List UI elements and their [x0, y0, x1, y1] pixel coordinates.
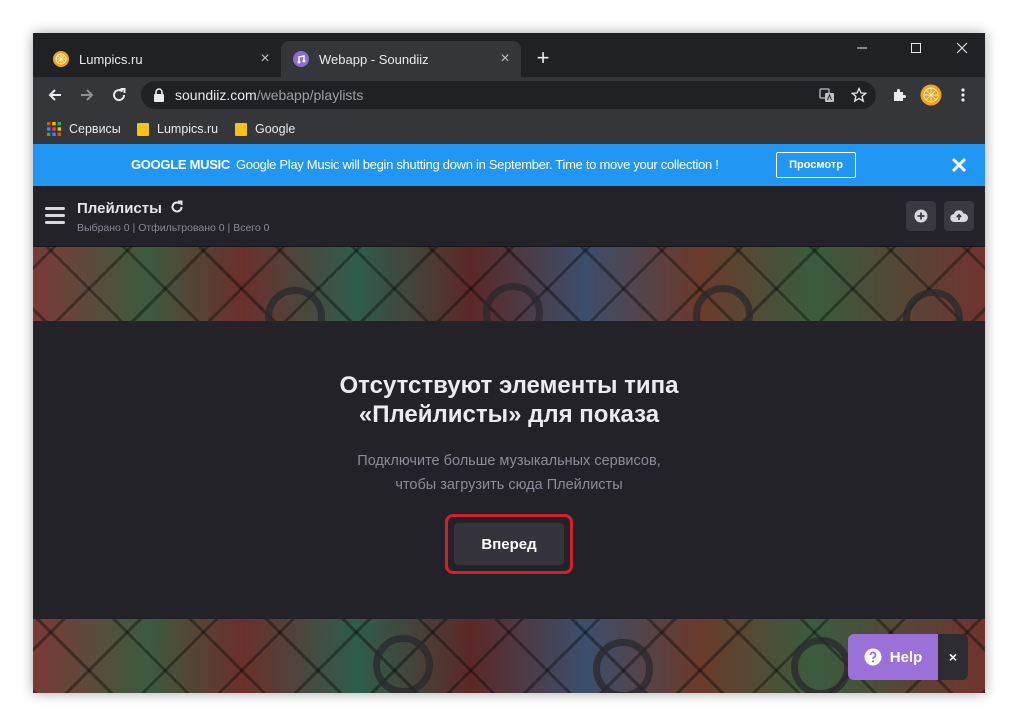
back-arrow-icon	[48, 89, 61, 101]
kebab-menu-icon	[961, 88, 965, 102]
upload-button[interactable]	[944, 201, 974, 231]
folder-icon	[137, 122, 149, 136]
plus-circle-icon	[914, 209, 928, 223]
close-icon	[951, 157, 967, 173]
tab-lumpics[interactable]: Lumpics.ru ×	[41, 41, 281, 77]
empty-state-text-line-2: чтобы загрузить сюда Плейлисты	[395, 477, 623, 493]
browser-window: Lumpics.ru × Webapp - Soundiiz × + sound…	[33, 33, 985, 693]
bookmark-label: Lumpics.ru	[157, 122, 219, 136]
help-label: Help	[889, 648, 923, 666]
star-icon[interactable]	[850, 86, 868, 104]
service-logo-icon	[373, 635, 433, 693]
tab-strip: Lumpics.ru × Webapp - Soundiiz × +	[33, 33, 985, 81]
bookmarks-bar: Сервисы Lumpics.ru Google	[33, 113, 985, 144]
forward-button[interactable]	[75, 83, 99, 107]
url-path: /webapp/playlists	[256, 87, 364, 103]
close-tab-icon[interactable]: ×	[255, 50, 275, 68]
refresh-icon[interactable]	[170, 200, 184, 214]
soundiiz-icon	[293, 51, 309, 67]
apps-grid-icon	[47, 122, 61, 136]
banner-brand: GOOGLE MUSIC	[131, 157, 230, 172]
bookmark-services[interactable]: Сервисы	[47, 119, 121, 139]
tab-title: Webapp - Soundiiz	[319, 51, 429, 67]
hamburger-menu-icon[interactable]	[45, 207, 65, 225]
cloud-upload-icon	[950, 210, 968, 223]
close-tab-icon[interactable]: ×	[495, 50, 515, 68]
app-header: Плейлисты Выбрано 0 | Отфильтровано 0 | …	[33, 186, 985, 247]
question-circle-icon	[864, 648, 882, 666]
bookmark-label: Сервисы	[69, 122, 121, 136]
forward-button[interactable]: Вперед	[454, 523, 564, 565]
google-music-banner: GOOGLE MUSIC Google Play Music will begin…	[33, 144, 985, 186]
service-logo-icon	[593, 639, 653, 693]
help-button[interactable]: Help	[848, 634, 938, 680]
translate-icon[interactable]	[818, 86, 836, 104]
lock-icon	[153, 88, 165, 107]
close-icon	[956, 42, 968, 54]
reload-icon	[113, 88, 126, 102]
page-title: Плейлисты	[77, 200, 184, 217]
reload-button[interactable]	[107, 83, 131, 107]
url-text: soundiiz.com/webapp/playlists	[175, 87, 363, 103]
empty-state-panel: Отсутствуют элементы типа «Плейлисты» дл…	[33, 321, 985, 619]
url-host: soundiiz.com	[175, 87, 257, 103]
bookmark-lumpics[interactable]: Lumpics.ru	[137, 119, 218, 139]
bookmark-label: Google	[255, 122, 296, 136]
maximize-button[interactable]	[893, 33, 939, 63]
browser-toolbar: soundiiz.com/webapp/playlists	[33, 77, 985, 113]
new-tab-button[interactable]: +	[531, 47, 555, 71]
minimize-button[interactable]	[839, 33, 885, 63]
empty-state-title-line-2: «Плейлисты» для показа	[358, 401, 660, 428]
forward-arrow-icon	[81, 89, 94, 101]
help-close-button[interactable]: ×	[938, 634, 968, 680]
tab-soundiiz[interactable]: Webapp - Soundiiz ×	[281, 41, 521, 77]
address-bar[interactable]: soundiiz.com/webapp/playlists	[141, 81, 876, 109]
orange-icon	[53, 51, 69, 67]
service-logo-icon	[791, 637, 851, 693]
empty-state-title-line-1: Отсутствуют элементы типа	[339, 372, 679, 399]
extensions-button[interactable]	[887, 83, 911, 107]
page-counters: Выбрано 0 | Отфильтровано 0 | Всего 0	[77, 222, 270, 234]
orange-avatar-icon	[920, 84, 942, 106]
minimize-icon	[857, 47, 867, 49]
tab-title: Lumpics.ru	[79, 51, 143, 67]
page-title-text: Плейлисты	[77, 200, 162, 217]
maximize-icon	[911, 43, 921, 53]
add-playlist-button[interactable]	[906, 201, 936, 231]
banner-close-button[interactable]	[947, 153, 971, 177]
empty-state-text-line-1: Подключите больше музыкальных сервисов,	[357, 453, 661, 469]
bookmark-google[interactable]: Google	[235, 119, 295, 139]
banner-message: Google Play Music will begin shutting do…	[235, 157, 719, 172]
banner-text: GOOGLE MUSIC Google Play Music will begin…	[131, 157, 719, 172]
banner-view-button[interactable]: Просмотр	[776, 152, 856, 178]
profile-avatar[interactable]	[919, 83, 943, 107]
close-window-button[interactable]	[939, 33, 985, 63]
back-button[interactable]	[43, 83, 67, 107]
browser-menu-button[interactable]	[951, 83, 975, 107]
puzzle-icon	[894, 89, 906, 101]
folder-icon	[235, 122, 247, 136]
